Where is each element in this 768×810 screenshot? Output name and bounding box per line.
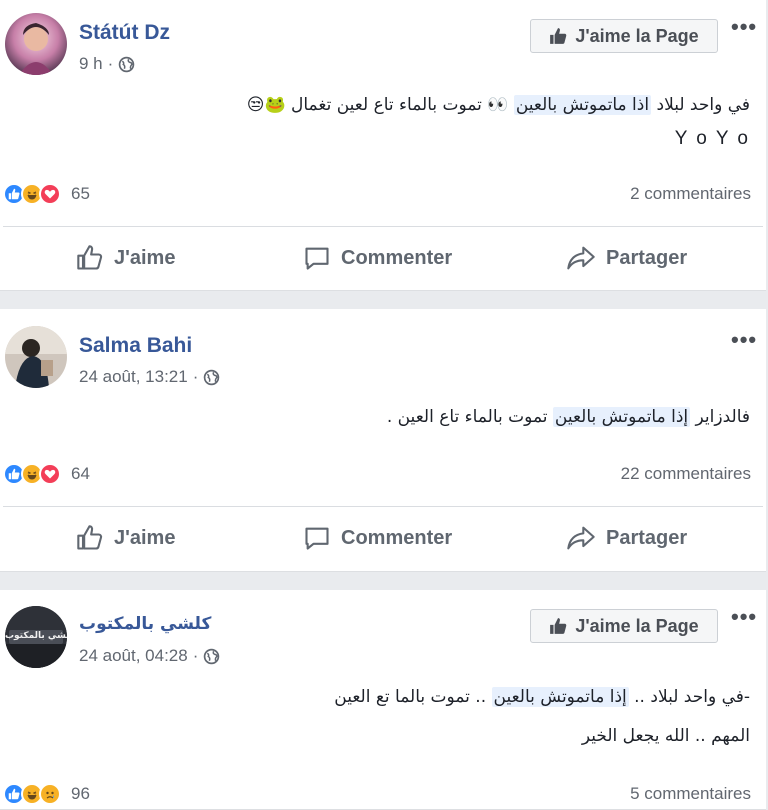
- comment-button[interactable]: Commenter: [303, 244, 452, 272]
- post-meta: 24 août, 13:21 ·: [79, 367, 220, 387]
- avatar[interactable]: كلشي بالمكتوب: [5, 606, 67, 668]
- thumbs-up-icon: [550, 618, 567, 634]
- avatar-text: كلشي بالمكتوب: [5, 631, 67, 641]
- like-page-button[interactable]: J'aime la Page: [530, 19, 718, 53]
- post-card: Státút Dz 9 h · J'aime la Page ••• في وا…: [0, 0, 766, 291]
- comment-button[interactable]: Commenter: [303, 524, 452, 552]
- like-page-button[interactable]: J'aime la Page: [530, 609, 718, 643]
- globe-icon: [119, 56, 135, 72]
- thumbs-up-outline-icon: [77, 245, 103, 270]
- globe-icon: [204, 369, 220, 385]
- avatar[interactable]: [5, 326, 67, 388]
- reactions-summary[interactable]: 65: [3, 183, 90, 205]
- post-meta: 24 août, 04:28 ·: [79, 646, 220, 666]
- reaction-count: 96: [71, 784, 90, 803]
- comment-icon: [305, 247, 329, 270]
- share-icon: [567, 246, 595, 270]
- like-page-label: J'aime la Page: [575, 25, 699, 46]
- like-label: J'aime: [114, 526, 176, 549]
- like-button[interactable]: J'aime: [76, 244, 175, 272]
- post-text-line: Y o Y o: [674, 128, 750, 149]
- post-time[interactable]: 24 août, 13:21: [79, 367, 188, 387]
- author-name[interactable]: Státút Dz: [79, 21, 170, 45]
- share-icon: [567, 526, 595, 550]
- text-segment: في واحد لبلاد: [656, 95, 751, 115]
- comments-count-link[interactable]: 5 commentaires: [630, 784, 751, 804]
- reactions-summary[interactable]: 64: [3, 463, 90, 485]
- sad-reaction-icon: [39, 783, 61, 805]
- share-button[interactable]: Partager: [566, 524, 687, 552]
- like-page-label: J'aime la Page: [575, 615, 699, 636]
- share-label: Partager: [606, 526, 688, 549]
- text-segment: فالدزاير: [695, 407, 750, 427]
- more-options-icon[interactable]: •••: [731, 329, 757, 351]
- reactions-summary[interactable]: 96: [3, 783, 90, 805]
- author-name[interactable]: Salma Bahi: [79, 334, 192, 358]
- love-reaction-icon: [39, 183, 61, 205]
- reaction-count: 64: [71, 464, 90, 483]
- more-options-icon[interactable]: •••: [731, 606, 757, 628]
- comment-icon: [305, 527, 329, 550]
- post-text-line: في واحد لبلاد اذا ماتموتش بالعين 👀 تموت …: [247, 95, 750, 115]
- more-options-icon[interactable]: •••: [731, 16, 757, 38]
- comment-label: Commenter: [341, 526, 453, 549]
- text-segment: -في واحد لبلاد ..: [634, 687, 750, 707]
- love-reaction-icon: [39, 463, 61, 485]
- share-label: Partager: [606, 246, 688, 269]
- thumbs-up-outline-icon: [77, 525, 103, 550]
- post-text-line: -في واحد لبلاد .. إذا ماتموتش بالعين .. …: [334, 687, 750, 707]
- comment-label: Commenter: [341, 246, 453, 269]
- post-card: Salma Bahi 24 août, 13:21 · ••• فالدزاير…: [0, 309, 766, 572]
- comments-count-link[interactable]: 2 commentaires: [630, 184, 751, 204]
- text-segment: 👀 تموت بالماء تاع لعين تغمال 🐸😒: [246, 95, 509, 115]
- highlighted-text: إذا ماتموتش بالعين: [491, 687, 629, 707]
- highlighted-text: إذا ماتموتش بالعين: [552, 407, 691, 427]
- reaction-count: 65: [71, 184, 90, 203]
- like-button[interactable]: J'aime: [76, 524, 175, 552]
- post-text-line: المهم .. الله يجعل الخير: [581, 726, 750, 746]
- avatar[interactable]: [5, 13, 67, 75]
- divider: [3, 506, 763, 507]
- post-text-line: فالدزاير إذا ماتموتش بالعين تموت بالماء …: [387, 407, 750, 427]
- comments-count-link[interactable]: 22 commentaires: [621, 464, 751, 484]
- like-label: J'aime: [114, 246, 176, 269]
- author-name[interactable]: كلشي بالمكتوب: [79, 614, 211, 634]
- divider: [3, 226, 763, 227]
- post-meta: 9 h ·: [79, 54, 135, 74]
- post-card: كلشي بالمكتوب كلشي بالمكتوب 24 août, 04:…: [0, 590, 766, 810]
- highlighted-text: اذا ماتموتش بالعين: [513, 95, 652, 115]
- text-segment: تموت بالماء تاع العين .: [386, 407, 548, 427]
- post-time[interactable]: 9 h: [79, 54, 103, 74]
- globe-icon: [204, 648, 220, 664]
- share-button[interactable]: Partager: [566, 244, 687, 272]
- post-time[interactable]: 24 août, 04:28: [79, 646, 188, 666]
- text-segment: .. تموت بالما تع العين: [334, 687, 487, 707]
- thumbs-up-icon: [550, 28, 567, 44]
